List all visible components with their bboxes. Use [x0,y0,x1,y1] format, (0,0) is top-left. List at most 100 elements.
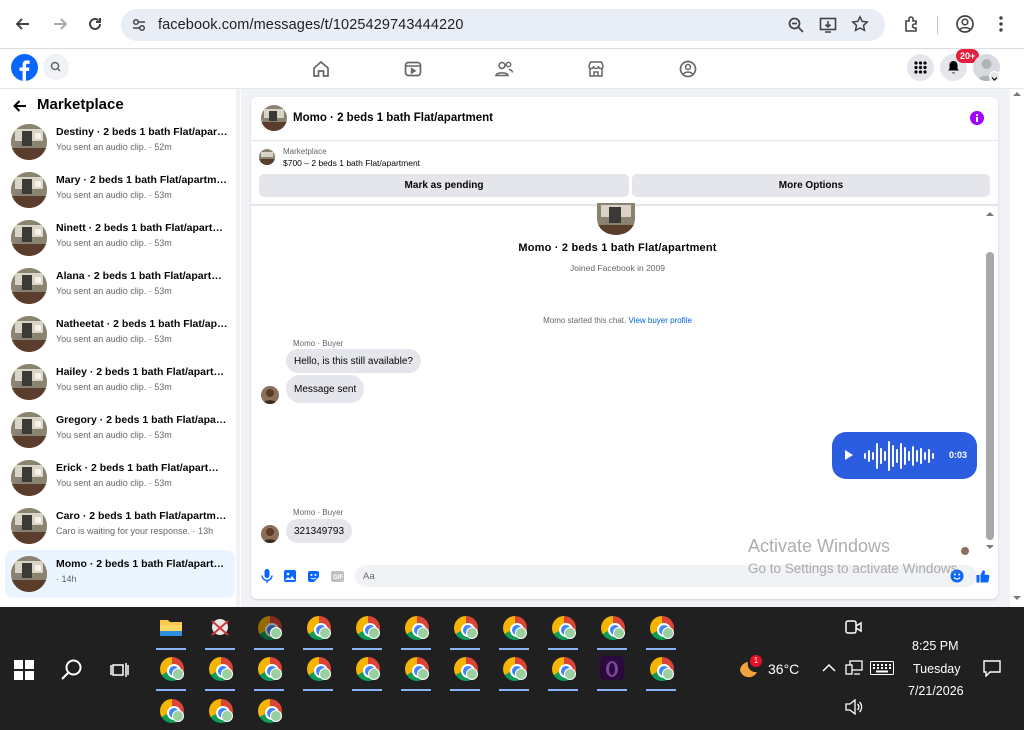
page-scrollbar[interactable] [1010,89,1024,607]
chat-list-item[interactable]: Alana · 2 beds 1 bath Flat/apartment You … [5,262,235,310]
chrome-taskbar-icon[interactable] [495,610,533,650]
zoom-icon[interactable] [787,16,805,37]
info-icon[interactable] [970,111,984,125]
install-app-icon[interactable] [819,16,837,37]
chrome-taskbar-icon[interactable] [446,651,484,691]
file-explorer-icon[interactable] [152,610,190,650]
photo-icon[interactable] [284,570,296,585]
chrome-taskbar-icon[interactable] [250,693,288,730]
notification-center-icon[interactable] [983,660,1001,680]
weather-temp[interactable]: 36°C [768,661,799,677]
task-view-icon[interactable] [110,660,130,683]
keyboard-icon[interactable] [870,661,894,678]
chrome-taskbar-icon[interactable] [299,651,337,691]
marketplace-icon[interactable] [584,57,608,81]
search-icon[interactable] [43,54,69,80]
chrome-taskbar-icon[interactable] [593,610,631,650]
meet-now-icon[interactable] [843,618,863,639]
view-buyer-profile-link[interactable]: View buyer profile [628,316,691,325]
profile-icon[interactable] [951,10,979,38]
message-bubble[interactable]: Message sent [286,375,365,403]
clock-day[interactable]: Tuesday [913,662,960,676]
chrome-taskbar-icon[interactable] [348,610,386,650]
listing-thumbnail [11,268,47,304]
network-icon[interactable] [845,660,863,679]
chrome-taskbar-icon[interactable] [544,651,582,691]
chrome-taskbar-icon[interactable] [495,651,533,691]
listing-avatar[interactable] [261,105,287,131]
conversation-title[interactable]: Momo · 2 beds 1 bath Flat/apartment [293,112,493,124]
listing-thumbnail [11,172,47,208]
chrome-taskbar-icon[interactable] [642,610,680,650]
sender-avatar[interactable] [261,525,279,543]
account-chevron-icon[interactable] [989,71,1000,82]
tray-chevron-icon[interactable] [822,662,836,676]
header-divider [251,140,998,141]
chrome-taskbar-icon[interactable] [446,610,484,650]
message-bubble[interactable]: 321349793 [286,519,353,543]
listing-price[interactable]: $700 – 2 beds 1 bath Flat/apartment [283,158,420,168]
chat-list-item[interactable]: Caro · 2 beds 1 bath Flat/apartment Caro … [5,502,235,550]
chrome-taskbar-icon[interactable] [201,693,239,730]
volume-icon[interactable] [845,698,863,718]
chat-list-item[interactable]: Natheetat · 2 beds 1 bath Flat/apar... Yo… [5,310,235,358]
audio-message-bubble[interactable]: 0:03 [832,432,977,479]
clock-time[interactable]: 8:25 PM [912,639,959,653]
sender-label: Momo · Buyer [293,339,344,348]
chrome-taskbar-icon[interactable] [299,610,337,650]
chat-list-item[interactable]: Momo · 2 beds 1 bath Flat/apartm... · 14h [5,550,235,598]
site-settings-icon[interactable] [131,17,147,36]
chrome-taskbar-icon[interactable] [250,610,288,650]
chrome-taskbar-icon[interactable] [152,693,190,730]
chat-list-item[interactable]: Mary · 2 beds 1 bath Flat/apartment You s… [5,166,235,214]
chat-preview: · 14h [56,574,77,584]
video-icon[interactable] [401,57,425,81]
sticker-icon[interactable] [307,570,320,586]
browser-toolbar: facebook.com/messages/t/1025429743444220 [0,0,1024,49]
chrome-taskbar-icon[interactable] [152,651,190,691]
message-bubble[interactable]: Hello, is this still available? [286,349,421,373]
chrome-taskbar-icon[interactable] [642,651,680,691]
chrome-taskbar-icon[interactable] [397,651,435,691]
chat-list-item[interactable]: Hailey · 2 beds 1 bath Flat/apartm... You… [5,358,235,406]
facebook-logo-icon[interactable] [11,54,38,81]
taskbar-search-icon[interactable] [60,658,84,685]
chat-list-scrollbar[interactable] [236,89,240,607]
tor-browser-icon[interactable] [593,651,631,691]
bookmark-star-icon[interactable] [851,15,869,36]
clock-date[interactable]: 7/21/2026 [908,684,964,698]
messages-scrollbar[interactable] [985,208,995,554]
address-bar[interactable]: facebook.com/messages/t/1025429743444220 [121,9,885,41]
microphone-icon[interactable] [261,569,273,586]
like-thumbs-up-icon[interactable] [976,569,990,586]
conversation-card: Momo · 2 beds 1 bath Flat/apartment Mark… [251,97,998,599]
chrome-taskbar-icon[interactable] [397,610,435,650]
chrome-taskbar-icon[interactable] [201,651,239,691]
play-icon[interactable] [844,449,854,464]
more-options-button[interactable]: More Options [632,174,990,197]
chrome-taskbar-icon[interactable] [250,651,288,691]
extensions-icon[interactable] [898,10,926,38]
forward-icon[interactable] [46,10,74,38]
gif-icon[interactable]: GIF [331,571,344,585]
chrome-taskbar-icon[interactable] [544,610,582,650]
home-icon[interactable] [309,57,333,81]
profile-photo[interactable] [597,203,635,235]
reload-icon[interactable] [81,10,109,38]
chat-list-item[interactable]: Erick · 2 beds 1 bath Flat/apartment You … [5,454,235,502]
back-arrow-icon[interactable] [12,98,28,117]
menu-grid-icon[interactable] [907,54,934,81]
chrome-menu-icon[interactable] [987,10,1015,38]
mark-as-pending-button[interactable]: Mark as pending [259,174,629,197]
listing-thumb[interactable] [259,149,275,165]
chat-list-item[interactable]: Gregory · 2 beds 1 bath Flat/apart... You… [5,406,235,454]
windows-start-icon[interactable] [14,660,34,683]
gaming-icon[interactable] [676,57,700,81]
back-icon[interactable] [9,10,37,38]
chat-list-item[interactable]: Destiny · 2 beds 1 bath Flat/apart... You… [5,118,235,166]
chrome-taskbar-icon[interactable] [348,651,386,691]
friends-icon[interactable] [492,57,516,81]
snipping-tool-icon[interactable] [201,610,239,650]
chat-list-item[interactable]: Ninett · 2 beds 1 bath Flat/apartm... You… [5,214,235,262]
sender-avatar[interactable] [261,386,279,404]
